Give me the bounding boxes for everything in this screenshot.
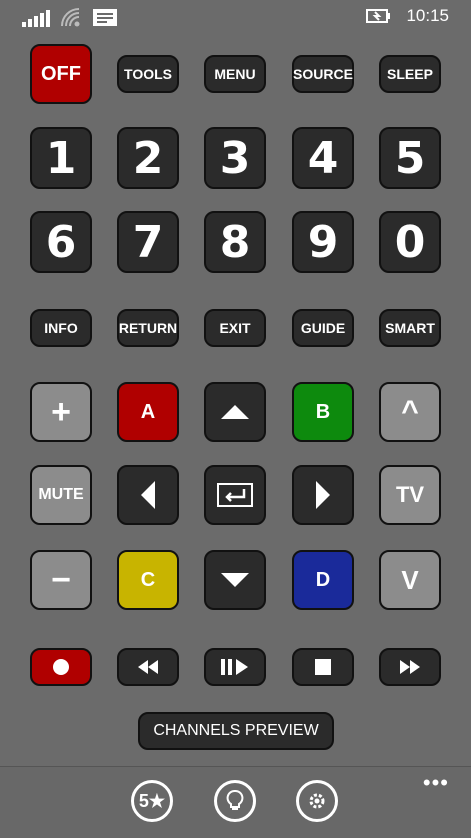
fast-forward-button[interactable] bbox=[379, 648, 441, 686]
digit-2-button[interactable]: 2 bbox=[117, 127, 179, 189]
channel-down-button[interactable]: V bbox=[379, 550, 441, 610]
volume-down-button[interactable]: − bbox=[30, 550, 92, 610]
battery-charging-icon bbox=[366, 8, 392, 24]
gear-icon bbox=[307, 791, 327, 811]
mute-button[interactable]: MUTE bbox=[30, 465, 92, 525]
digit-6-button[interactable]: 6 bbox=[30, 211, 92, 273]
digit-8-button[interactable]: 8 bbox=[204, 211, 266, 273]
arrow-right-icon bbox=[315, 480, 331, 510]
clock: 10:15 bbox=[406, 6, 449, 25]
color-c-button[interactable]: C bbox=[117, 550, 179, 610]
play-pause-button[interactable] bbox=[204, 648, 266, 686]
smart-button[interactable]: SMART bbox=[379, 309, 441, 347]
tv-button[interactable]: TV bbox=[379, 465, 441, 525]
fast-forward-icon bbox=[398, 659, 422, 675]
arrow-left-icon bbox=[140, 480, 156, 510]
return-button[interactable]: RETURN bbox=[117, 309, 179, 347]
more-options-button[interactable]: ••• bbox=[423, 770, 449, 796]
digit-3-button[interactable]: 3 bbox=[204, 127, 266, 189]
digit-5-button[interactable]: 5 bbox=[379, 127, 441, 189]
menu-button[interactable]: MENU bbox=[204, 55, 266, 93]
wifi-icon bbox=[60, 7, 82, 27]
lightbulb-icon bbox=[225, 790, 245, 812]
record-button[interactable] bbox=[30, 648, 92, 686]
play-pause-icon bbox=[219, 658, 251, 676]
digit-9-button[interactable]: 9 bbox=[292, 211, 354, 273]
exit-button[interactable]: EXIT bbox=[204, 309, 266, 347]
ok-enter-button[interactable] bbox=[204, 465, 266, 525]
status-bar: 10:15 bbox=[0, 0, 471, 34]
digit-4-button[interactable]: 4 bbox=[292, 127, 354, 189]
arrow-up-icon bbox=[220, 404, 250, 420]
enter-icon bbox=[216, 482, 254, 508]
stop-icon bbox=[314, 658, 332, 676]
rate-app-button[interactable]: 5★ bbox=[131, 780, 173, 822]
color-d-button[interactable]: D bbox=[292, 550, 354, 610]
record-icon bbox=[52, 658, 70, 676]
stop-button[interactable] bbox=[292, 648, 354, 686]
power-off-button[interactable]: OFF bbox=[30, 44, 92, 104]
channel-up-button[interactable]: ^ bbox=[379, 382, 441, 442]
guide-button[interactable]: GUIDE bbox=[292, 309, 354, 347]
arrow-down-icon bbox=[220, 572, 250, 588]
nav-right-button[interactable] bbox=[292, 465, 354, 525]
nav-down-button[interactable] bbox=[204, 550, 266, 610]
color-a-button[interactable]: A bbox=[117, 382, 179, 442]
digit-0-button[interactable]: 0 bbox=[379, 211, 441, 273]
signal-strength-icon bbox=[22, 9, 50, 27]
rewind-icon bbox=[136, 659, 160, 675]
nav-left-button[interactable] bbox=[117, 465, 179, 525]
settings-button[interactable] bbox=[296, 780, 338, 822]
source-button[interactable]: SOURCE bbox=[292, 55, 354, 93]
digit-7-button[interactable]: 7 bbox=[117, 211, 179, 273]
tips-button[interactable] bbox=[214, 780, 256, 822]
message-icon bbox=[92, 8, 118, 27]
nav-up-button[interactable] bbox=[204, 382, 266, 442]
tools-button[interactable]: TOOLS bbox=[117, 55, 179, 93]
rewind-button[interactable] bbox=[117, 648, 179, 686]
color-b-button[interactable]: B bbox=[292, 382, 354, 442]
info-button[interactable]: INFO bbox=[30, 309, 92, 347]
channels-preview-button[interactable]: CHANNELS PREVIEW bbox=[138, 712, 334, 750]
digit-1-button[interactable]: 1 bbox=[30, 127, 92, 189]
sleep-button[interactable]: SLEEP bbox=[379, 55, 441, 93]
volume-up-button[interactable]: + bbox=[30, 382, 92, 442]
